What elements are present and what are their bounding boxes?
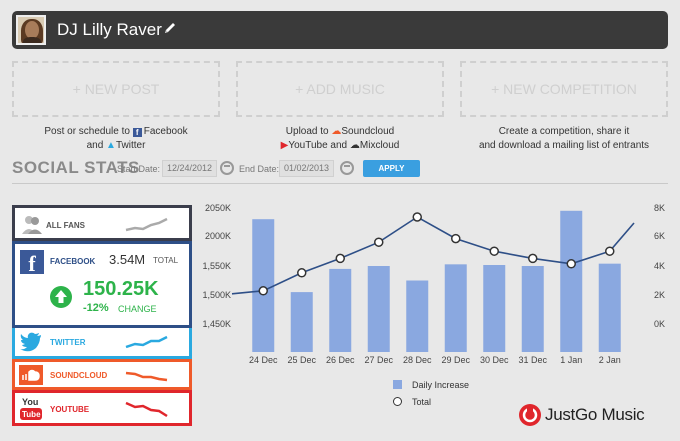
bar-daily-increase	[444, 264, 467, 352]
y-left-tick: 2050K	[205, 203, 231, 213]
y-left-tick: 1,500K	[202, 290, 231, 300]
point-total	[605, 246, 615, 256]
y-left-tick: 1,550K	[202, 261, 231, 271]
x-tick-label: 24 Dec	[249, 355, 278, 365]
x-tick-label: 2 Jan	[599, 355, 621, 365]
legend-bar-swatch	[393, 380, 402, 389]
x-tick-label: 31 Dec	[518, 355, 547, 365]
y-left-tick: 2000K	[205, 231, 231, 241]
point-total	[566, 259, 576, 269]
bar-daily-increase	[483, 265, 506, 352]
point-total	[528, 253, 538, 264]
bar-daily-increase	[598, 263, 621, 352]
y-right-tick: 8K	[654, 203, 665, 213]
y-right-tick: 2K	[654, 290, 665, 300]
x-tick-label: 25 Dec	[287, 355, 316, 365]
bar-daily-increase	[560, 210, 583, 352]
bar-daily-increase	[290, 292, 313, 352]
x-tick-label: 1 Jan	[560, 355, 582, 365]
point-total	[412, 212, 422, 222]
point-total	[451, 233, 461, 244]
point-total	[489, 246, 499, 256]
x-tick-label: 26 Dec	[326, 355, 355, 365]
bar-daily-increase	[329, 268, 352, 352]
x-tick-label: 29 Dec	[441, 355, 470, 365]
point-total	[374, 237, 384, 247]
legend-line-swatch	[393, 397, 402, 406]
y-right-tick: 4K	[654, 261, 665, 271]
brand-name: JustGo Music	[545, 405, 645, 424]
y-right-tick: 0K	[654, 319, 665, 329]
point-total	[258, 286, 268, 296]
legend-total: Total	[412, 397, 432, 407]
bar-daily-increase	[521, 266, 544, 352]
y-left-tick: 1,450K	[202, 319, 231, 329]
point-total	[335, 253, 345, 264]
y-right-tick: 6K	[654, 231, 665, 241]
x-tick-label: 27 Dec	[364, 355, 393, 365]
bar-daily-increase	[367, 266, 390, 352]
stats-chart: 2050K 2000K 1,550K 1,500K 1,450K 8K 6K 4K 2K 0K 24…	[202, 203, 665, 365]
legend-daily-increase: Daily Increase	[412, 380, 470, 390]
bar-daily-increase	[252, 219, 275, 352]
justgo-logo-icon	[519, 404, 541, 426]
x-tick-label: 30 Dec	[480, 355, 509, 365]
point-total	[297, 268, 307, 278]
bar-daily-increase	[406, 280, 429, 352]
x-tick-label: 28 Dec	[403, 355, 432, 365]
